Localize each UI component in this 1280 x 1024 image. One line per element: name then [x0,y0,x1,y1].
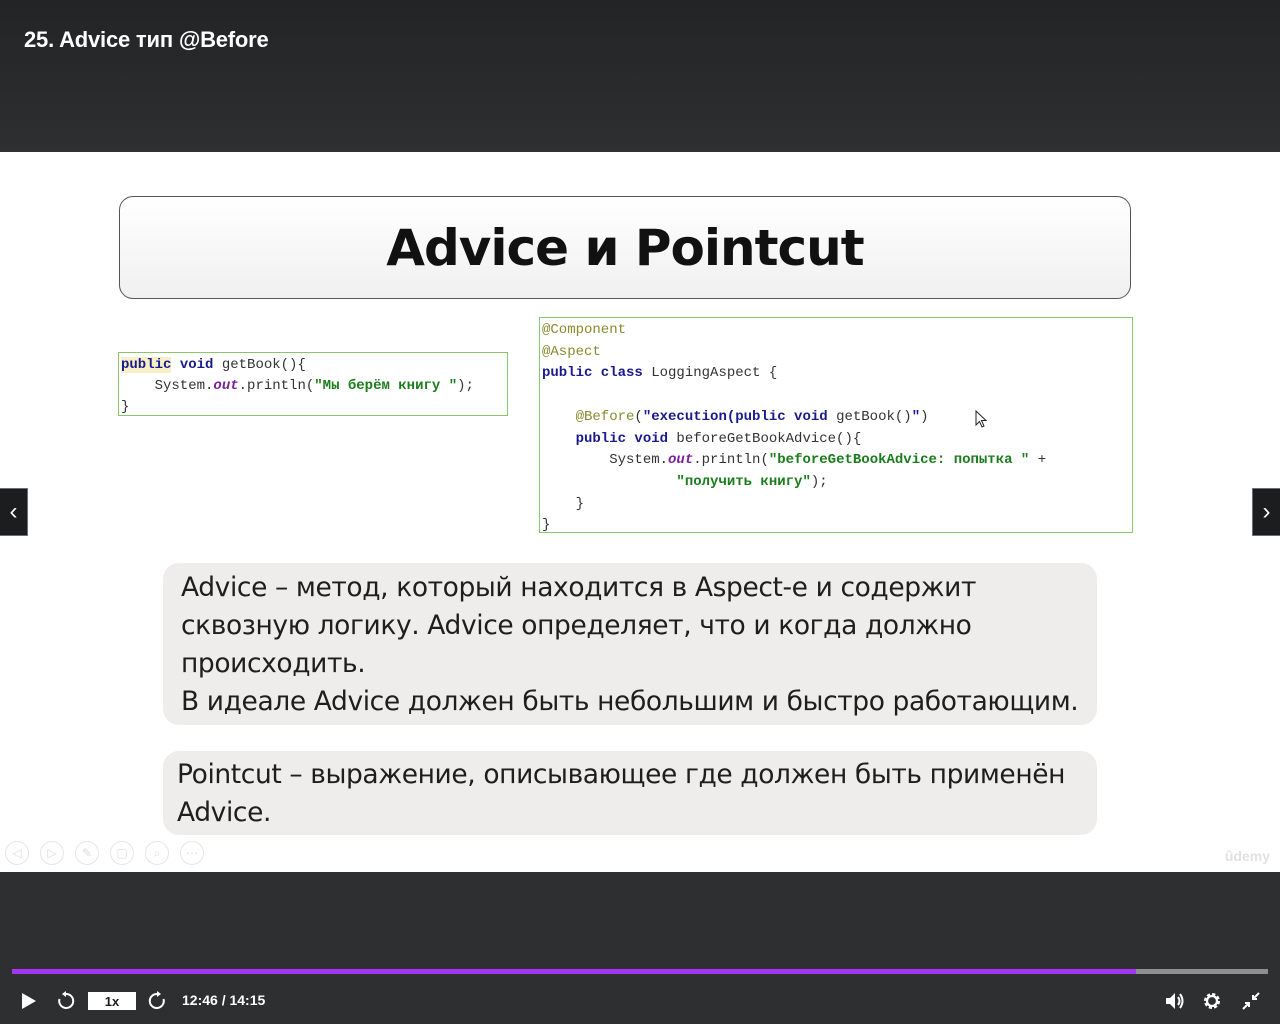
previous-lecture-button[interactable]: ‹ [0,488,28,536]
slide-next-icon: ▷ [40,841,64,865]
slide-prev-icon: ◁ [5,841,29,865]
code-string: " [911,408,921,425]
play-button[interactable] [18,990,40,1012]
code-line: public class LoggingAspect { [542,365,777,381]
code-line: public void getBook(){ [121,357,306,373]
code-text: ( [634,408,643,425]
code-keyword: public [121,357,172,373]
volume-icon [1166,993,1184,1009]
slide-pen-icon: ✎ [75,841,99,865]
advice-definition: Advice – метод, который находится в Aspe… [163,563,1097,725]
code-annotation: @Aspect [542,343,601,360]
pointcut-line: Pointcut – выражение, описывающее где до… [177,759,1066,790]
chevron-left-icon: ‹ [9,498,18,525]
code-field: out [668,452,694,469]
advice-line: сквозную логику. Advice определяет, что … [181,610,972,641]
lecture-title: 25. Advice тип @Before [24,27,269,52]
code-line: } [121,399,130,415]
code-string: "Мы берём книгу " [314,378,458,394]
advice-line: Advice – метод, который находится в Aspe… [181,572,977,603]
code-line: System.out.println("Мы берём книгу "); [121,378,474,394]
video-header: 25. Advice тип @Before [0,0,1280,152]
code-text: getBook() [827,408,912,425]
slide-title: Advice и Pointcut [386,218,864,277]
forward-5-button[interactable] [146,990,168,1012]
code-line: public void beforeGetBookAdvice(){ [542,430,862,447]
mouse-cursor-icon [975,410,987,428]
forward-icon [148,991,165,1009]
video-progress-bar[interactable] [12,969,1268,974]
pointcut-definition: Pointcut – выражение, описывающее где до… [163,751,1097,835]
playback-speed-button[interactable]: 1x [88,992,136,1010]
code-snippet-getbook: public void getBook(){ System.out.printl… [118,352,508,416]
code-string: "execution(public void [642,408,828,425]
advice-line: В идеале Advice должен быть небольшим и … [181,686,1079,717]
code-line: "получить книгу"); [542,473,828,490]
slide-title-box: Advice и Pointcut [119,196,1131,299]
code-text: ); [810,473,828,490]
code-text: System. [542,452,669,469]
code-text: ); [457,378,474,394]
exit-fullscreen-icon [1242,992,1260,1010]
play-icon [22,993,36,1009]
slide-zoom-icon: ⌕ [145,841,169,865]
code-line: System.out.println("beforeGetBookAdvice:… [542,452,1046,468]
code-string: "beforeGetBookAdvice: попытка " [768,452,1030,469]
exit-fullscreen-button[interactable] [1240,990,1262,1012]
player-controls: 1x 12:46 / 14:15 [0,985,1280,1017]
advice-line: происходить. [181,648,366,679]
code-text: beforeGetBookAdvice(){ [668,430,862,447]
code-text: System. [121,378,214,394]
volume-button[interactable] [1164,990,1186,1012]
code-text: .println( [693,452,769,469]
code-text: LoggingAspect { [642,365,778,382]
code-line: @Before("execution(public void getBook()… [542,409,929,425]
code-text: .println( [238,378,315,394]
code-line: } [542,495,585,512]
code-line: } [542,517,551,534]
slide-more-icon: ⋯ [180,841,204,865]
playback-time: 12:46 / 14:15 [182,992,266,1008]
chevron-right-icon: › [1262,498,1271,525]
code-text: getBook(){ [213,357,306,373]
code-annotation: @Before [542,408,635,425]
code-text: ) [920,408,929,425]
code-text: + [1029,452,1047,469]
code-keyword: void [179,357,214,373]
rewind-icon [58,991,75,1009]
code-field: out [213,378,239,394]
code-snippet-logging-aspect: @Component @Aspect public class LoggingA… [539,317,1133,533]
slide-pages-icon: ▢ [110,841,134,865]
code-annotation: @Component [542,322,627,338]
settings-button[interactable] [1201,990,1223,1012]
code-keyword: public class [542,365,643,382]
slide-toolbar: ◁ ▷ ✎ ▢ ⌕ ⋯ [5,841,204,865]
pointcut-line: Advice. [177,797,272,828]
udemy-watermark: ûdemy [1224,848,1270,864]
video-progress-fill [12,969,1137,974]
code-keyword: public void [542,430,669,447]
next-lecture-button[interactable]: › [1252,488,1280,536]
rewind-5-button[interactable] [55,990,77,1012]
settings-icon [1204,993,1220,1009]
slide: Advice и Pointcut public void getBook(){… [0,152,1280,872]
code-string: "получить книгу" [542,473,811,490]
